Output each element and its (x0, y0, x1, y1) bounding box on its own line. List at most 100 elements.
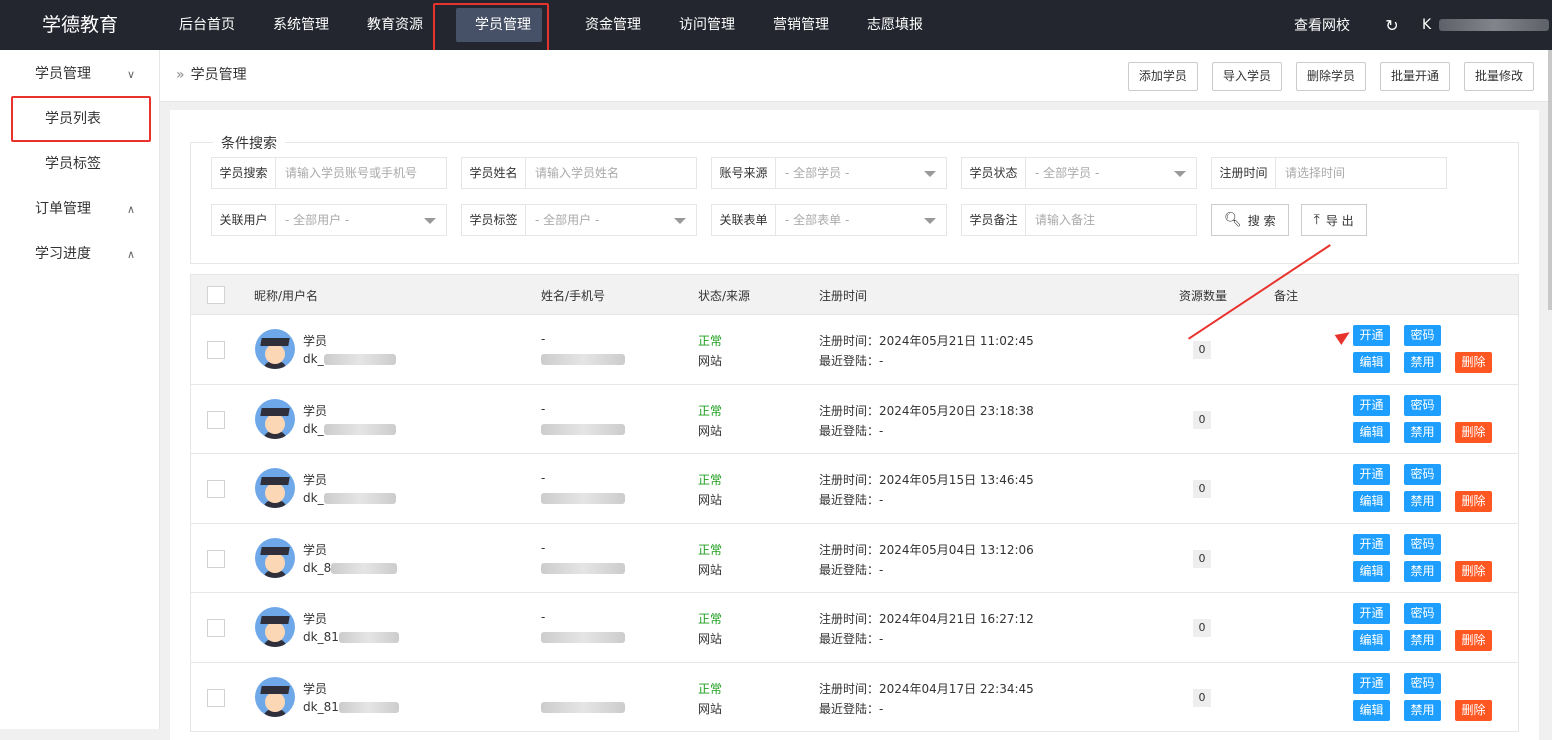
search-row-2: 关联用户 - 全部用户 - 学员标签 - 全部用户 - 关联表单 - 全部表单 - 学… (211, 204, 1379, 236)
import-student-button[interactable]: 导入学员 (1211, 62, 1282, 91)
export-button[interactable]: ⤒ 导 出 (1300, 204, 1367, 236)
open-button[interactable]: 开通 (1353, 603, 1390, 624)
resource-count: 0 (1193, 619, 1211, 637)
nav-marketing[interactable]: 营销管理 (754, 0, 848, 50)
view-school-link[interactable]: 查看网校 (1272, 15, 1372, 35)
open-button[interactable]: 开通 (1353, 394, 1390, 416)
regtime-input[interactable]: 请选择时间 (1276, 158, 1446, 188)
open-button[interactable]: 开通 (1353, 672, 1390, 694)
account-search-input[interactable]: 请输入学员账号或手机号 (276, 158, 446, 188)
sidebar: 学员管理 ∨ 学员列表 学员标签 订单管理 ∧ 学习进度 ∧ (0, 50, 160, 729)
caret-down-icon (424, 218, 436, 224)
row-phone (541, 491, 625, 505)
batch-open-button[interactable]: 批量开通 (1379, 62, 1450, 91)
password-button[interactable]: 密码 (1404, 464, 1441, 485)
row-checkbox[interactable] (207, 480, 225, 498)
delete-student-button[interactable]: 删除学员 (1295, 62, 1366, 91)
delete-button[interactable]: 删除 (1455, 421, 1492, 443)
password-button[interactable]: 密码 (1404, 672, 1441, 694)
open-button[interactable]: 开通 (1353, 464, 1390, 485)
logo: 学德教育 (41, 14, 118, 36)
disable-button[interactable]: 禁用 (1404, 560, 1441, 582)
nav-resources[interactable]: 教育资源 (348, 0, 442, 50)
edit-button[interactable]: 编辑 (1353, 352, 1390, 373)
caret-down-icon (674, 218, 686, 224)
delete-button[interactable]: 删除 (1455, 352, 1492, 373)
edit-button[interactable]: 编辑 (1353, 560, 1390, 582)
refresh-icon[interactable]: ↻ (1372, 16, 1412, 35)
tag-select[interactable]: - 全部用户 - (526, 205, 696, 235)
password-button[interactable]: 密码 (1404, 603, 1441, 624)
user-menu[interactable]: K (1412, 0, 1552, 50)
disable-button[interactable]: 禁用 (1404, 421, 1441, 443)
row-name: - (541, 471, 546, 485)
table-row: 学员 dk_81 - 正常 网站 注册时间：2024年04月21日 16:27:… (190, 593, 1519, 663)
open-button[interactable]: 开通 (1353, 533, 1390, 555)
row-last-login: 最近登陆：- (819, 493, 884, 507)
sidebar-student-tags[interactable]: 学员标签 (0, 142, 159, 187)
blurred-text (541, 423, 625, 435)
edit-button[interactable]: 编辑 (1353, 630, 1390, 651)
row-last-login: 最近登陆：- (819, 562, 884, 577)
row-phone (541, 700, 625, 714)
nav-visits[interactable]: 访问管理 (660, 0, 754, 50)
status-select[interactable]: - 全部学员 - (1026, 158, 1196, 188)
content-panel: 条件搜索 学员搜索 请输入学员账号或手机号 学员姓名 请输入学员姓名 账号来源 - 全… (170, 110, 1539, 740)
edit-button[interactable]: 编辑 (1353, 421, 1390, 443)
row-checkbox[interactable] (207, 341, 225, 359)
search-icon: 🔍︎ (1224, 212, 1242, 228)
nav-system[interactable]: 系统管理 (254, 0, 348, 50)
batch-edit-button[interactable]: 批量修改 (1463, 62, 1534, 91)
disable-button[interactable]: 禁用 (1404, 630, 1441, 651)
linked-user-select[interactable]: - 全部用户 - (276, 205, 446, 235)
row-checkbox[interactable] (207, 410, 225, 429)
password-button[interactable]: 密码 (1404, 394, 1441, 416)
double-chevron-icon: » (176, 67, 185, 83)
main-content: » 学员管理 添加学员 导入学员 删除学员 批量开通 批量修改 条件搜索 学员搜索… (160, 50, 1552, 740)
search-button[interactable]: 🔍︎ 搜 索 (1211, 204, 1289, 236)
password-button[interactable]: 密码 (1404, 533, 1441, 555)
row-checkbox[interactable] (207, 619, 225, 637)
avatar (255, 398, 295, 439)
remark-input[interactable]: 请输入备注 (1026, 205, 1196, 235)
filter-form: 关联表单 - 全部表单 - (711, 204, 947, 236)
form-select[interactable]: - 全部表单 - (776, 205, 946, 235)
nav-volunteer[interactable]: 志愿填报 (848, 0, 942, 50)
row-username: dk_8 (303, 561, 398, 575)
row-reg-time: 注册时间：2024年05月21日 11:02:45 (819, 334, 1034, 348)
source-select[interactable]: - 全部学员 - (776, 158, 946, 188)
password-button[interactable]: 密码 (1404, 325, 1441, 346)
sidebar-students[interactable]: 学员管理 ∨ (0, 52, 159, 97)
header-name: 姓名/手机号 (541, 289, 606, 303)
edit-button[interactable]: 编辑 (1353, 491, 1390, 512)
delete-button[interactable]: 删除 (1455, 560, 1492, 582)
user-initial: K (1422, 17, 1432, 33)
name-search-input[interactable]: 请输入学员姓名 (526, 158, 696, 188)
row-source: 网站 (698, 423, 723, 438)
caret-down-icon (924, 218, 936, 224)
row-checkbox[interactable] (207, 549, 225, 568)
row-username: dk_81 (303, 700, 399, 714)
sidebar-orders[interactable]: 订单管理 ∧ (0, 187, 159, 232)
disable-button[interactable]: 禁用 (1404, 491, 1441, 512)
edit-button[interactable]: 编辑 (1353, 699, 1390, 721)
disable-button[interactable]: 禁用 (1404, 352, 1441, 373)
add-student-button[interactable]: 添加学员 (1127, 62, 1198, 91)
nav-funds[interactable]: 资金管理 (566, 0, 660, 50)
nav-home[interactable]: 后台首页 (160, 0, 254, 50)
select-all-checkbox[interactable] (207, 286, 225, 304)
row-username: dk_ (303, 422, 396, 436)
blurred-text (323, 354, 396, 365)
row-name: - (541, 540, 546, 555)
filter-source: 账号来源 - 全部学员 - (711, 157, 947, 189)
row-source: 网站 (698, 632, 723, 646)
delete-button[interactable]: 删除 (1455, 630, 1492, 651)
sidebar-progress[interactable]: 学习进度 ∧ (0, 232, 159, 277)
open-button[interactable]: 开通 (1353, 325, 1390, 346)
delete-button[interactable]: 删除 (1455, 699, 1492, 721)
row-checkbox[interactable] (207, 688, 225, 707)
scrollbar[interactable] (1548, 50, 1552, 310)
disable-button[interactable]: 禁用 (1404, 699, 1441, 721)
delete-button[interactable]: 删除 (1455, 491, 1492, 512)
blurred-text (338, 632, 399, 643)
